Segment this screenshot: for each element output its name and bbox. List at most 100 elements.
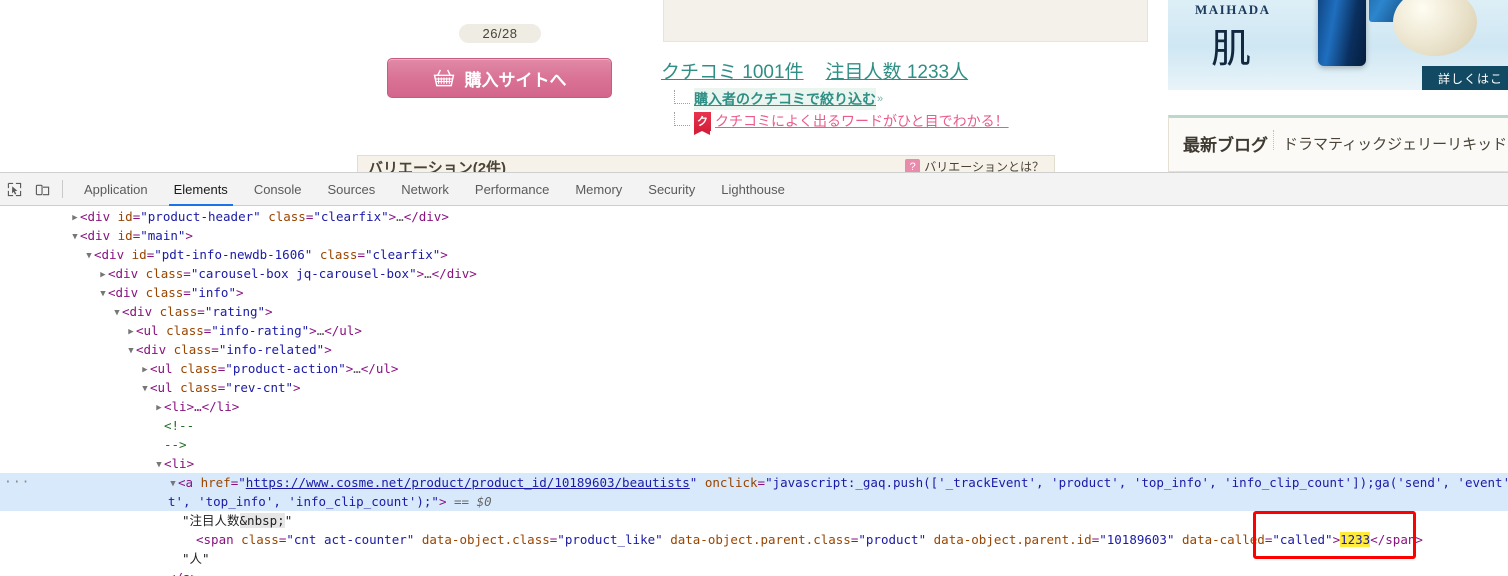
tab-lighthouse[interactable]: Lighthouse bbox=[708, 173, 798, 206]
collapsed-ellipsis[interactable]: … bbox=[424, 266, 432, 281]
attr-name: data-called bbox=[1182, 532, 1265, 547]
chevron-right-icon: » bbox=[877, 93, 884, 105]
dom-node-info-rating[interactable]: ▶ <ul class="info-rating">…</ul> bbox=[0, 321, 1508, 340]
attr-value: carousel-box jq-carousel-box bbox=[198, 266, 410, 281]
latest-blog-box: 最新ブログ ドラマティックジェリーリキッド bbox=[1168, 115, 1508, 172]
devtools-panel: Application Elements Console Sources Net… bbox=[0, 172, 1508, 576]
li-open-tag: <li> bbox=[164, 456, 195, 471]
ad-cta-button[interactable]: 詳しくはこ bbox=[1422, 66, 1508, 90]
inspect-element-icon[interactable] bbox=[0, 176, 28, 202]
tag-name: ul bbox=[143, 323, 159, 338]
variation-help-text: バリエーションとは？ bbox=[924, 160, 1044, 172]
dom-node-li-collapsed[interactable]: ▶ <li>…</li> bbox=[0, 397, 1508, 416]
comment-open: <!-- bbox=[164, 418, 195, 433]
review-sub-links: 購入者のクチコミで絞り込む » ク クチコミによく出るワードがひと目でわかる！ bbox=[674, 88, 1009, 135]
span-highlighted-value: 1233 bbox=[1340, 532, 1371, 547]
attr-name: class bbox=[268, 209, 306, 224]
tab-performance[interactable]: Performance bbox=[462, 173, 562, 206]
collapsed-ellipsis[interactable]: … bbox=[353, 361, 361, 376]
dom-node-anchor-selected[interactable]: ··· ▼ <a href="https://www.cosme.net/produ… bbox=[0, 473, 1508, 492]
sidebar-ad-banner[interactable]: MAIHADA 肌 詳しくはこ bbox=[1168, 0, 1508, 90]
text-node-content: "人" bbox=[182, 551, 210, 566]
devtools-tabs: Application Elements Console Sources Net… bbox=[71, 173, 798, 206]
tree-elbow-icon bbox=[674, 111, 690, 126]
dom-node-rev-cnt[interactable]: ▼ <ul class="rev-cnt"> bbox=[0, 378, 1508, 397]
attr-value: info-related bbox=[226, 342, 317, 357]
close-tag: </div> bbox=[431, 266, 477, 281]
image-count-badge: 26/28 bbox=[459, 24, 541, 43]
tab-memory[interactable]: Memory bbox=[562, 173, 635, 206]
tag-name: ul bbox=[157, 380, 173, 395]
dom-node-anchor-selected-wrap[interactable]: t', 'top_info', 'info_clip_count');"> ==… bbox=[0, 492, 1508, 511]
close-tag: </span> bbox=[1370, 532, 1423, 547]
attr-value: rev-cnt bbox=[232, 380, 286, 395]
attr-name: onclick bbox=[704, 475, 758, 490]
dom-text-node-attention[interactable]: "注目人数&nbsp;" bbox=[0, 511, 1508, 530]
tag-name: a bbox=[185, 475, 194, 490]
attr-value: product-header bbox=[147, 209, 254, 224]
text-node-quote: " bbox=[284, 513, 293, 528]
href-attr-value[interactable]: https://www.cosme.net/product/product_id… bbox=[246, 475, 690, 490]
attr-name: data-object.class bbox=[421, 532, 550, 547]
dom-node-carousel-box[interactable]: ▶ <div class="carousel-box jq-carousel-bo… bbox=[0, 264, 1508, 283]
tag-name: div bbox=[129, 304, 153, 319]
attr-name: class bbox=[180, 380, 218, 395]
tab-application[interactable]: Application bbox=[71, 173, 161, 206]
shopping-basket-icon bbox=[433, 69, 454, 87]
attr-name: class bbox=[166, 323, 204, 338]
tag-name: div bbox=[143, 342, 167, 357]
attr-value: 10189603 bbox=[1106, 532, 1167, 547]
dom-node-main[interactable]: ▼ <div id="main"> bbox=[0, 226, 1508, 245]
attr-name: class bbox=[241, 532, 279, 547]
tab-elements[interactable]: Elements bbox=[161, 173, 241, 206]
variation-section-header: バリエーション(2件) ? バリエーションとは？ bbox=[357, 155, 1055, 172]
dom-node-span-counter[interactable]: <span class="cnt act-counter" data-objec… bbox=[0, 530, 1508, 549]
attr-name: class bbox=[173, 342, 212, 357]
ad-headline-kanji: 肌 bbox=[1211, 26, 1251, 71]
nbsp-entity: &nbsp; bbox=[239, 513, 285, 528]
collapsed-ellipsis[interactable]: … bbox=[396, 209, 404, 224]
attr-value: rating bbox=[212, 304, 258, 319]
tab-network[interactable]: Network bbox=[388, 173, 462, 206]
close-tag: </div> bbox=[403, 209, 449, 224]
ribbon-badge-icon: ク bbox=[694, 111, 711, 135]
attr-name: id bbox=[117, 228, 133, 243]
close-tag: </ul> bbox=[360, 361, 399, 376]
attention-count-link[interactable]: 注目人数 1233人 bbox=[826, 57, 969, 84]
buy-site-button[interactable]: 購入サイトへ bbox=[387, 58, 612, 98]
node-overflow-dots[interactable]: ··· bbox=[4, 473, 30, 492]
review-count-link[interactable]: クチコミ 1001件 bbox=[661, 57, 804, 84]
dom-tree[interactable]: ▶ <div id="product-header" class="clearfi… bbox=[0, 206, 1508, 576]
attr-name: class bbox=[159, 304, 198, 319]
dom-node-info-related[interactable]: ▼ <div class="info-related"> bbox=[0, 340, 1508, 359]
latest-blog-title[interactable]: ドラマティックジェリーリキッド bbox=[1283, 133, 1507, 154]
filter-by-purchaser-link[interactable]: 購入者のクチコミで絞り込む bbox=[694, 88, 876, 110]
attr-name: id bbox=[117, 209, 133, 224]
li-collapsed-text: <li>…</li> bbox=[164, 399, 240, 414]
attr-name: class bbox=[319, 247, 358, 262]
device-toolbar-icon[interactable] bbox=[28, 176, 56, 202]
tag-name: div bbox=[87, 228, 111, 243]
tab-console[interactable]: Console bbox=[241, 173, 315, 206]
tab-sources[interactable]: Sources bbox=[315, 173, 389, 206]
ad-cream-sphere-image bbox=[1393, 0, 1477, 56]
dom-node-info[interactable]: ▼ <div class="info"> bbox=[0, 283, 1508, 302]
buy-site-button-label: 購入サイトへ bbox=[464, 70, 567, 90]
filter-by-purchaser-row: 購入者のクチコミで絞り込む » bbox=[674, 88, 1009, 110]
common-words-link[interactable]: クチコミによく出るワードがひと目でわかる！ bbox=[715, 111, 1009, 131]
dom-text-node-person[interactable]: "人" bbox=[0, 549, 1508, 568]
onclick-attr-value: javascript:_gaq.push(['_trackEvent', 'pr… bbox=[772, 475, 1508, 490]
dom-node-product-action[interactable]: ▶ <ul class="product-action">…</ul> bbox=[0, 359, 1508, 378]
dom-node-pdt-info[interactable]: ▼ <div id="pdt-info-newdb-1606" class="cl… bbox=[0, 245, 1508, 264]
close-tag: </a> bbox=[168, 570, 198, 576]
dom-node-li-expanded[interactable]: ▼ <li> bbox=[0, 454, 1508, 473]
attr-name: data-object.parent.class bbox=[670, 532, 851, 547]
tab-security[interactable]: Security bbox=[635, 173, 708, 206]
attr-value: clearfix bbox=[320, 209, 382, 224]
attr-value: clearfix bbox=[372, 247, 433, 262]
dom-node-rating[interactable]: ▼ <div class="rating"> bbox=[0, 302, 1508, 321]
tree-elbow-icon bbox=[674, 89, 690, 104]
dom-node-product-header[interactable]: ▶ <div id="product-header" class="clearfi… bbox=[0, 207, 1508, 226]
variation-help[interactable]: ? バリエーションとは？ bbox=[905, 158, 1044, 172]
attr-name: href bbox=[200, 475, 231, 490]
